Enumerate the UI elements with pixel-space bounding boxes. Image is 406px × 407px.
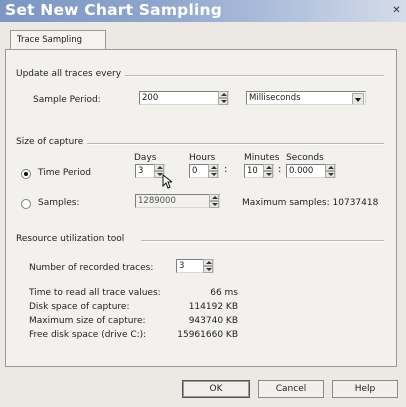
spin-down-icon[interactable] xyxy=(263,171,273,178)
cancel-button[interactable]: Cancel xyxy=(258,380,324,398)
help-button[interactable]: Help xyxy=(332,380,398,398)
spin-up-icon[interactable] xyxy=(154,164,164,171)
stat-value: 66 ms xyxy=(210,288,238,298)
days-header: Days xyxy=(134,153,157,163)
stat-value: 943740 KB xyxy=(188,316,238,326)
spin-up-icon[interactable] xyxy=(209,194,219,201)
capture-group-label: Size of capture xyxy=(16,137,88,147)
time-separator: : xyxy=(224,164,228,175)
hours-header: Hours xyxy=(189,153,216,163)
ok-button[interactable]: OK xyxy=(182,380,250,398)
minutes-spinner[interactable] xyxy=(263,164,273,178)
update-group-divider xyxy=(109,75,384,77)
trace-sampling-panel: Update all traces every Sample Period: 2… xyxy=(5,49,397,367)
samples-spinner[interactable] xyxy=(209,194,219,208)
title-bar: Set New Chart Sampling ✕ xyxy=(0,0,406,22)
update-group-label: Update all traces every xyxy=(16,69,126,79)
capture-group-divider xyxy=(76,143,384,145)
stat-value: 15961660 KB xyxy=(177,330,238,340)
resource-group-divider xyxy=(141,240,384,242)
stat-value: 114192 KB xyxy=(188,302,238,312)
spin-down-icon[interactable] xyxy=(325,171,335,178)
chevron-down-icon[interactable] xyxy=(352,93,364,104)
stat-label: Free disk space (drive C:): xyxy=(29,330,147,340)
window-title: Set New Chart Sampling xyxy=(5,1,223,19)
unit-dropdown-value: Milliseconds xyxy=(249,93,301,103)
time-period-label: Time Period xyxy=(38,168,91,178)
spin-up-icon[interactable] xyxy=(208,164,218,171)
hours-spinner[interactable] xyxy=(208,164,218,178)
unit-dropdown[interactable]: Milliseconds xyxy=(246,91,366,105)
spin-down-icon[interactable] xyxy=(208,171,218,178)
spin-down-icon[interactable] xyxy=(203,266,213,273)
sample-period-input[interactable]: 200 xyxy=(139,91,229,105)
spin-up-icon[interactable] xyxy=(203,259,213,266)
seconds-spinner[interactable] xyxy=(325,164,335,178)
sample-period-label: Sample Period: xyxy=(33,95,101,105)
time-separator: : xyxy=(278,164,282,175)
minutes-header: Minutes xyxy=(244,153,280,163)
spin-up-icon[interactable] xyxy=(218,91,228,98)
samples-input[interactable]: 1289000 xyxy=(135,194,220,208)
spin-down-icon[interactable] xyxy=(209,201,219,208)
stat-label: Maximum size of capture: xyxy=(29,316,146,326)
recorded-traces-label: Number of recorded traces: xyxy=(29,263,154,273)
mouse-cursor-icon xyxy=(162,174,172,189)
sample-period-spinner[interactable] xyxy=(218,91,228,105)
spin-up-icon[interactable] xyxy=(325,164,335,171)
spin-down-icon[interactable] xyxy=(218,98,228,105)
samples-radio[interactable] xyxy=(21,199,31,209)
stat-label: Time to read all trace values: xyxy=(29,288,161,298)
tab-trace-sampling[interactable]: Trace Sampling xyxy=(10,30,106,49)
set-new-chart-sampling-dialog: Set New Chart Sampling ✕ Trace Sampling … xyxy=(0,0,406,407)
seconds-header: Seconds xyxy=(286,153,324,163)
time-period-radio[interactable] xyxy=(21,169,31,179)
recorded-traces-spinner[interactable] xyxy=(203,259,213,273)
spin-up-icon[interactable] xyxy=(263,164,273,171)
samples-label: Samples: xyxy=(38,198,80,208)
close-icon[interactable]: ✕ xyxy=(390,4,403,17)
resource-group-label: Resource utilization tool xyxy=(16,234,129,244)
maximum-samples-text: Maximum samples: 10737418 xyxy=(242,198,379,208)
stat-label: Disk space of capture: xyxy=(29,302,130,312)
